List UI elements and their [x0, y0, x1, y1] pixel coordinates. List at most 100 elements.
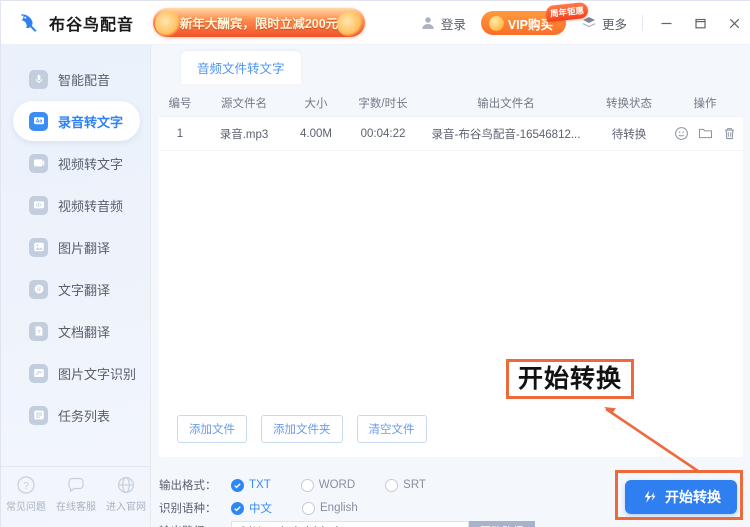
cell-duration: 00:04:22 — [360, 127, 406, 140]
cell-output-name: 录音-布谷鸟配音-16546812... — [431, 128, 581, 141]
sidebar: 智能配音 Aa 录音转文字 视频转文字 视频转音频 图片翻译 译 文字翻译 文 … — [1, 45, 151, 527]
user-icon — [422, 17, 434, 29]
tab-audio-to-text[interactable]: 音频文件转文字 — [181, 50, 301, 84]
radio-circle-icon — [302, 501, 315, 515]
sidebar-item-label: 图片翻译 — [58, 240, 111, 256]
vip-purchase-button[interactable]: VIP购买 周年钜惠 — [480, 1, 589, 35]
add-file-button[interactable]: 添加文件 — [177, 415, 247, 443]
svg-text:Aa: Aa — [35, 119, 42, 125]
document-translate-icon: 文 — [29, 321, 48, 341]
sidebar-item-label: 任务列表 — [58, 408, 111, 424]
file-action-buttons: 添加文件 添加文件夹 清空文件 — [177, 415, 427, 443]
output-format-label: 输出格式： — [159, 480, 217, 492]
svg-text:译: 译 — [36, 286, 41, 293]
sidebar-item-task-list[interactable]: 任务列表 — [13, 395, 140, 435]
sidebar-item-label: 智能配音 — [58, 72, 111, 88]
folder-icon[interactable] — [698, 126, 713, 141]
language-label: 识别语种： — [159, 503, 217, 515]
output-path-row: 输出路径： 更改路径 — [159, 520, 750, 527]
sidebar-item-document-translate[interactable]: 文 文档翻译 — [13, 311, 140, 351]
language-option-label: 中文 — [249, 503, 272, 515]
sidebar-item-label: 文档翻译 — [58, 324, 111, 340]
official-site-button[interactable]: 进入官网 — [103, 475, 149, 513]
cell-index: 1 — [176, 127, 184, 140]
app-logo: 布谷鸟配音 — [17, 11, 134, 35]
microphone-icon — [29, 69, 48, 89]
login-label: 登录 — [440, 17, 466, 32]
close-icon — [729, 18, 739, 28]
official-site-label: 进入官网 — [106, 502, 146, 513]
main-content: 音频文件转文字 编号 源文件名 大小 字数/时长 输出文件名 转换状态 操作 1… — [151, 45, 750, 527]
sidebar-item-video-to-text[interactable]: 视频转文字 — [13, 143, 140, 183]
format-option-word[interactable]: WORD — [300, 478, 356, 492]
video-audio-icon — [29, 195, 48, 215]
output-path-input[interactable] — [231, 520, 469, 527]
sidebar-item-label: 图片文字识别 — [58, 366, 137, 382]
column-header-index: 编号 — [168, 97, 192, 110]
clear-files-button[interactable]: 清空文件 — [356, 415, 427, 443]
sidebar-nav: 智能配音 Aa 录音转文字 视频转文字 视频转音频 图片翻译 译 文字翻译 文 … — [1, 45, 150, 435]
column-header-source: 源文件名 — [221, 97, 267, 110]
svg-text:文: 文 — [36, 328, 41, 335]
text-aa-icon: Aa — [29, 111, 48, 131]
annotation-callout: 开始转换 — [506, 359, 635, 399]
online-support-button[interactable]: 在线客服 — [53, 475, 99, 513]
table-header-row: 编号 源文件名 大小 字数/时长 输出文件名 转换状态 操作 — [159, 89, 743, 117]
column-header-size: 大小 — [304, 97, 328, 110]
column-header-status: 转换状态 — [606, 97, 652, 110]
video-text-icon — [29, 153, 48, 173]
column-header-output: 输出文件名 — [477, 97, 535, 110]
sidebar-item-label: 视频转音频 — [58, 198, 124, 214]
sidebar-item-text-translate[interactable]: 译 文字翻译 — [13, 269, 140, 309]
table-row[interactable]: 1 录音.mp3 4.00M 00:04:22 录音-布谷鸟配音-1654681… — [159, 117, 743, 151]
close-button[interactable] — [717, 1, 750, 45]
title-bar: 布谷鸟配音 新年大酬宾，限时立减200元 登录 VIP购买 周年钜惠 更多 — [1, 1, 750, 45]
tab-label: 音频文件转文字 — [197, 61, 285, 76]
app-title: 布谷鸟配音 — [49, 16, 135, 34]
minimize-icon — [661, 22, 671, 24]
faq-button[interactable]: ? 常见问题 — [3, 475, 49, 513]
format-option-label: WORD — [318, 479, 356, 491]
file-list-panel: 编号 源文件名 大小 字数/时长 输出文件名 转换状态 操作 1 录音.mp3 … — [159, 89, 743, 457]
sidebar-item-video-to-audio[interactable]: 视频转音频 — [13, 185, 140, 225]
minimize-button[interactable] — [649, 1, 683, 45]
login-button[interactable]: 登录 — [411, 1, 475, 45]
change-path-button[interactable]: 更改路径 — [469, 520, 535, 527]
sidebar-item-label: 录音转文字 — [58, 114, 124, 130]
radio-circle-icon — [300, 478, 314, 492]
titlebar-right-group: 登录 VIP购买 周年钜惠 更多 — [411, 1, 750, 45]
column-header-duration: 字数/时长 — [358, 97, 408, 110]
sidebar-item-audio-to-text[interactable]: Aa 录音转文字 — [13, 101, 140, 141]
language-option-label: English — [320, 502, 358, 514]
sidebar-item-label: 文字翻译 — [58, 282, 111, 298]
promo-banner[interactable]: 新年大酬宾，限时立减200元 — [153, 8, 365, 37]
question-icon: ? — [17, 476, 35, 494]
cell-actions — [667, 126, 743, 141]
globe-icon — [117, 476, 135, 494]
maximize-button[interactable] — [683, 1, 717, 45]
language-option-chinese[interactable]: 中文 — [231, 500, 272, 516]
sidebar-item-label: 视频转文字 — [58, 156, 124, 172]
radio-circle-icon — [385, 478, 399, 492]
sidebar-item-image-translate[interactable]: 图片翻译 — [13, 227, 140, 267]
ocr-icon — [29, 363, 48, 383]
cell-status: 待转换 — [611, 128, 647, 141]
trash-icon[interactable] — [722, 126, 737, 141]
chat-icon — [68, 477, 84, 493]
preview-icon[interactable] — [674, 126, 689, 141]
format-option-srt[interactable]: SRT — [385, 478, 426, 492]
bird-logo-icon — [21, 13, 37, 32]
sidebar-footer: ? 常见问题 在线客服 进入官网 — [1, 466, 151, 527]
promo-banner-text: 新年大酬宾，限时立减200元 — [179, 17, 339, 31]
maximize-icon — [694, 18, 706, 28]
coin-icon — [488, 15, 504, 31]
cell-source-name: 录音.mp3 — [219, 128, 269, 141]
cell-size: 4.00M — [300, 127, 332, 140]
format-option-txt[interactable]: TXT — [231, 478, 271, 492]
sidebar-item-ocr[interactable]: 图片文字识别 — [13, 353, 140, 393]
text-translate-icon: 译 — [29, 279, 48, 299]
sidebar-item-smart-dubbing[interactable]: 智能配音 — [13, 59, 140, 99]
language-option-english[interactable]: English — [302, 501, 358, 515]
format-option-label: SRT — [403, 479, 426, 491]
add-folder-button[interactable]: 添加文件夹 — [261, 415, 343, 443]
